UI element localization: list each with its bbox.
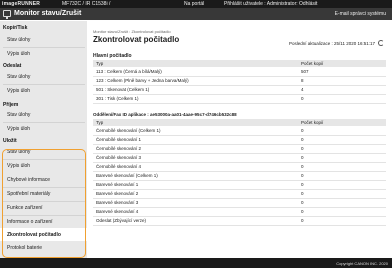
table-row: Černobílé skenování 1 0 <box>93 136 386 145</box>
user-info[interactable]: Přihlášit uživatele : Administrator: Odh… <box>224 1 317 7</box>
sidebar-item-send-job-status[interactable]: Stav úlohy <box>0 72 87 82</box>
sidebar-item-copy-job-status[interactable]: Stav úlohy <box>0 35 87 45</box>
title-bar: Monitor stavu/Zrušit E-mail správci syst… <box>0 8 392 20</box>
table-row: 301 : Tisk (Celkem 1) 0 <box>93 95 386 104</box>
copyright-text: Copyright CANON INC. 2020 <box>336 261 388 266</box>
col-header-count: Počet kopií <box>301 120 324 125</box>
model-name: MF732C / IR C1538i / <box>62 1 111 7</box>
breadcrumb[interactable]: Monitor stavu/Zrušit : Zkontrolovat poči… <box>93 29 171 34</box>
department-counter-title: Oddělení/Fax ID aplikace : ae53000a-aa01… <box>93 112 237 117</box>
table-row: Odeslat (Zbývající verze) 0 <box>93 217 386 226</box>
footer: Copyright CANON INC. 2020 <box>0 258 392 268</box>
sidebar-item-receive-job-status[interactable]: Stav úlohy <box>0 110 87 120</box>
main-counter-title: Hlavní počitadlo <box>93 53 132 59</box>
table-row: Barevné skenování 4 0 <box>93 208 386 217</box>
app-title: Monitor stavu/Zrušit <box>14 10 82 17</box>
main-content: Monitor stavu/Zrušit : Zkontrolovat poči… <box>87 21 392 258</box>
sidebar-header-copy-print: Kopír/Tisk <box>3 25 28 31</box>
table-row: Černobílé skenování 3 0 <box>93 154 386 163</box>
table-row: 501 : Skenovat (Celkem 1) 4 <box>93 86 386 95</box>
divider <box>3 47 85 48</box>
table-row: Barevné skenování (Celkem 1) 0 <box>93 172 386 181</box>
last-update-text: Poslední aktualizace : 25/11 2020 16:51:… <box>289 41 375 46</box>
sidebar-header-send: Odeslat <box>3 63 22 69</box>
sidebar-item-send-job-log[interactable]: Výpis úloh <box>0 86 87 96</box>
col-header-type: Typ <box>96 61 104 66</box>
divider <box>3 84 85 85</box>
table-row: Černobílé skenování 4 0 <box>93 163 386 172</box>
col-header-type: Typ <box>96 120 104 125</box>
table-row: Barevné skenování 2 0 <box>93 190 386 199</box>
page-title: Zkontrolovat počitadlo <box>93 35 180 44</box>
table-row: Barevné skenování 3 0 <box>93 199 386 208</box>
table-row: Černobílé skenování 2 0 <box>93 145 386 154</box>
menu-highlight-frame <box>2 149 86 258</box>
email-admin-link[interactable]: E-mail správci systému <box>335 11 386 17</box>
table-header: Typ Počet kopií <box>93 119 386 126</box>
monitor-icon <box>3 10 11 19</box>
sidebar-item-copy-job-log[interactable]: Výpis úloh <box>0 49 87 59</box>
top-bar: imageRUNNER MF732C / IR C1538i / Na port… <box>0 0 392 8</box>
table-row: 113 : Celkem (Černá a bílá/Malý) 507 <box>93 68 386 77</box>
sidebar-header-receive: Příjem <box>3 102 19 108</box>
brand-name: imageRUNNER <box>2 1 41 7</box>
table-row: Černobílé skenování (Celkem 1) 0 <box>93 127 386 136</box>
refresh-icon[interactable] <box>378 40 384 46</box>
sidebar-header-store: Uložit <box>3 138 17 144</box>
portal-link[interactable]: Na portál <box>184 1 204 7</box>
table-row: 123 : Celkem (Plně barvy + Jedna barva/M… <box>93 77 386 86</box>
sidebar-item-receive-job-log[interactable]: Výpis úloh <box>0 124 87 134</box>
table-row: Barevné skenování 1 0 <box>93 181 386 190</box>
table-header: Typ Počet kopií <box>93 60 386 67</box>
col-header-count: Počet kopií <box>301 61 324 66</box>
divider <box>3 122 85 123</box>
